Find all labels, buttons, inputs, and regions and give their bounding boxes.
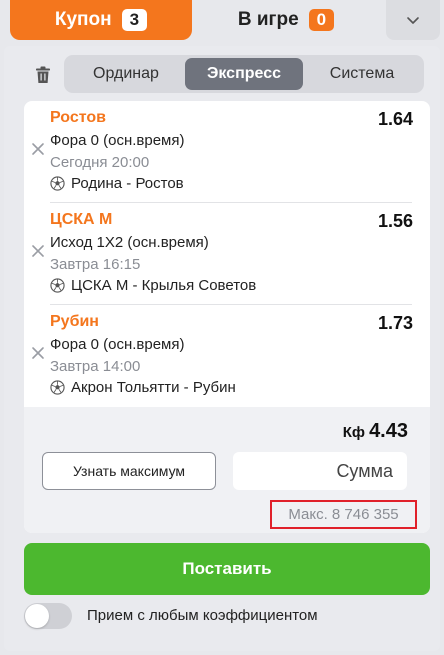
toggle-knob: [25, 604, 49, 628]
total-odds-value: 4.43: [369, 420, 408, 442]
bet-market: Фора 0 (осн.время): [50, 132, 185, 149]
bet-type-ordinar[interactable]: Ординар: [67, 58, 185, 90]
close-icon[interactable]: [30, 345, 46, 361]
bet-item: Рубин 1.73 Фора 0 (осн.время) Завтра 14:…: [24, 305, 430, 407]
bet-time: Завтра 16:15: [50, 256, 141, 273]
tab-coupon-count: 3: [121, 9, 148, 31]
bet-item: ЦСКА М 1.56 Исход 1X2 (осн.время) Завтра…: [24, 203, 430, 305]
bet-type-system[interactable]: Система: [303, 58, 421, 90]
find-max-button[interactable]: Узнать максимум: [42, 452, 216, 490]
total-odds: Кф 4.43: [343, 420, 408, 443]
soccer-ball-icon: [50, 380, 65, 395]
bet-team: Рубин: [50, 313, 99, 330]
clear-coupon-button[interactable]: [32, 64, 54, 86]
bet-team: Ростов: [50, 109, 106, 126]
bet-match: Акрон Тольятти - Рубин: [50, 379, 236, 396]
coupon-summary: Кф 4.43 Узнать максимум Макс. 8 746 355: [24, 407, 430, 533]
tab-in-game-count: 0: [308, 9, 335, 31]
bet-match: ЦСКА М - Крылья Советов: [50, 277, 256, 294]
max-amount-label: Макс. 8 746 355: [270, 500, 417, 529]
bet-match: Родина - Ростов: [50, 175, 184, 192]
accept-any-odds-label: Прием с любым коэффициентом: [87, 607, 318, 624]
bet-time: Завтра 14:00: [50, 358, 141, 375]
bet-team: ЦСКА М: [50, 211, 113, 228]
bet-odd: 1.73: [377, 313, 413, 333]
total-odds-label: Кф: [342, 424, 366, 441]
bet-odd: 1.64: [377, 109, 413, 129]
amount-input[interactable]: [233, 452, 407, 490]
soccer-ball-icon: [50, 278, 65, 293]
bets-card: Ростов 1.64 Фора 0 (осн.время) Сегодня 2…: [24, 101, 430, 533]
tab-in-game-label: В игре: [237, 9, 299, 30]
tab-coupon-label: Купон: [54, 9, 112, 30]
tab-coupon[interactable]: Купон 3: [10, 0, 192, 40]
top-tabs: Купон 3 В игре 0: [0, 0, 444, 46]
bet-time: Сегодня 20:00: [50, 154, 150, 171]
bet-match-label: ЦСКА М - Крылья Советов: [71, 277, 257, 294]
bet-type-express[interactable]: Экспресс: [185, 58, 303, 90]
collapse-button[interactable]: [386, 0, 440, 40]
bet-match-label: Родина - Ростов: [71, 175, 184, 192]
trash-icon: [36, 66, 50, 83]
tab-in-game[interactable]: В игре 0: [196, 0, 376, 40]
accept-any-odds-toggle[interactable]: [24, 603, 72, 629]
close-icon[interactable]: [30, 243, 46, 259]
bet-market: Фора 0 (осн.время): [50, 336, 185, 353]
bet-match-label: Акрон Тольятти - Рубин: [71, 379, 236, 396]
bet-market: Исход 1X2 (осн.время): [50, 234, 209, 251]
bet-item: Ростов 1.64 Фора 0 (осн.время) Сегодня 2…: [24, 101, 430, 203]
place-bet-button[interactable]: Поставить: [24, 543, 430, 595]
soccer-ball-icon: [50, 176, 65, 191]
chevron-down-icon: [407, 17, 419, 24]
bet-type-selector: Ординар Экспресс Система: [64, 55, 424, 93]
bet-odd: 1.56: [377, 211, 413, 231]
close-icon[interactable]: [30, 141, 46, 157]
